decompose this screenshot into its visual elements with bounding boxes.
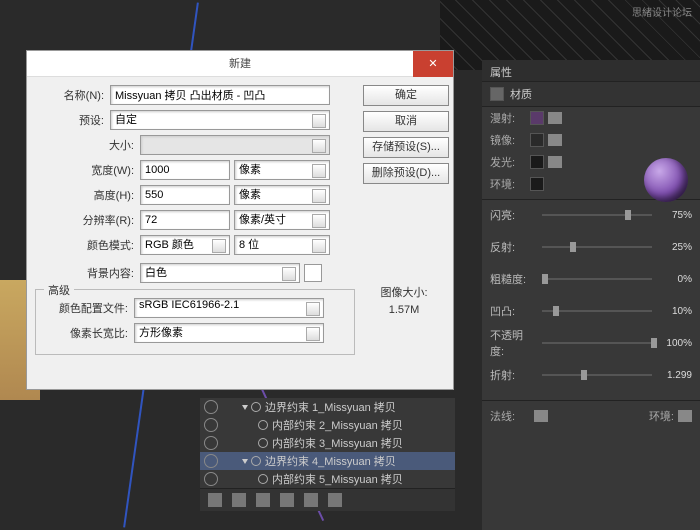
constraint-icon: [251, 402, 261, 412]
constraint-icon: [258, 438, 268, 448]
properties-title: 属性: [482, 60, 700, 82]
advanced-fieldset: 高级 颜色配置文件: sRGB IEC61966-2.1 像素长宽比: 方形像素: [35, 289, 355, 355]
ok-button[interactable]: 确定: [363, 85, 449, 106]
visibility-icon[interactable]: [204, 454, 218, 468]
color-mode-select[interactable]: RGB 颜色: [140, 235, 230, 255]
close-icon: ✕: [428, 51, 437, 77]
list-item[interactable]: 内部约束 2_Missyuan 拷贝: [200, 416, 455, 434]
new-document-dialog: 新建 ✕ 名称(N): 预设: 自定 大小: 宽度(W): 像素: [26, 50, 454, 390]
name-label: 名称(N):: [35, 87, 110, 103]
height-label: 高度(H):: [65, 187, 140, 203]
hierarchy-toolbar: [200, 488, 455, 511]
preset-select[interactable]: 自定: [110, 110, 330, 130]
list-item[interactable]: 内部约束 5_Missyuan 拷贝: [200, 470, 455, 488]
refract-slider[interactable]: 折射:1.299: [482, 364, 700, 386]
expand-icon[interactable]: [242, 459, 248, 464]
dialog-title-text: 新建: [229, 58, 251, 70]
resolution-input[interactable]: [140, 210, 230, 230]
expand-icon[interactable]: [242, 405, 248, 410]
constraint-icon: [258, 420, 268, 430]
opacity-slider[interactable]: 不透明度:100%: [482, 332, 700, 354]
bump-slider[interactable]: 凹凸:10%: [482, 300, 700, 322]
toolbar-icon[interactable]: [304, 493, 318, 507]
normal-label: 法线:: [490, 408, 530, 424]
image-size-label: 图像大小:: [363, 284, 445, 300]
image-size-value: 1.57M: [363, 304, 445, 316]
resolution-label: 分辨率(R):: [65, 212, 140, 228]
visibility-icon[interactable]: [204, 400, 218, 414]
constraint-icon: [251, 456, 261, 466]
hierarchy-panel: 边界约束 1_Missyuan 拷贝 内部约束 2_Missyuan 拷贝 内部…: [200, 398, 455, 511]
material-icon: [490, 87, 504, 101]
specular-label: 镜像:: [490, 132, 530, 148]
bg-content-label: 背景内容:: [65, 265, 140, 281]
bit-depth-select[interactable]: 8 位: [234, 235, 330, 255]
glow-swatch[interactable]: [530, 155, 544, 169]
dialog-title: 新建 ✕: [27, 51, 453, 77]
width-label: 宽度(W):: [65, 162, 140, 178]
save-preset-button[interactable]: 存储预设(S)...: [363, 137, 449, 158]
constraint-icon: [258, 474, 268, 484]
size-label: 大小:: [65, 137, 140, 153]
list-item[interactable]: 边界约束 1_Missyuan 拷贝: [200, 398, 455, 416]
cancel-button[interactable]: 取消: [363, 111, 449, 132]
bulb-icon[interactable]: [232, 493, 246, 507]
advanced-legend: 高级: [44, 282, 74, 298]
folder-icon[interactable]: [548, 134, 562, 146]
visibility-icon[interactable]: [204, 418, 218, 432]
bg-color-swatch[interactable]: [304, 264, 322, 282]
size-select[interactable]: [140, 135, 330, 155]
close-button[interactable]: ✕: [413, 51, 453, 77]
env-label: 环境:: [649, 408, 674, 424]
trash-icon[interactable]: [328, 493, 342, 507]
aspect-select[interactable]: 方形像素: [134, 323, 324, 343]
list-item[interactable]: 内部约束 3_Missyuan 拷贝: [200, 434, 455, 452]
height-input[interactable]: [140, 185, 230, 205]
profile-label: 颜色配置文件:: [42, 300, 134, 316]
color-mode-label: 颜色模式:: [65, 237, 140, 253]
preset-label: 预设:: [35, 112, 110, 128]
folder-icon[interactable]: [678, 410, 692, 422]
diffuse-label: 漫射:: [490, 110, 530, 126]
bg-content-select[interactable]: 白色: [140, 263, 300, 283]
material-preview-sphere[interactable]: [644, 158, 688, 202]
reflect-slider[interactable]: 反射:25%: [482, 236, 700, 258]
properties-panel: 属性 材质 漫射: 镜像: 发光: 环境: 闪亮:75% 反射:25% 粗糙度:…: [482, 60, 700, 530]
height-unit-select[interactable]: 像素: [234, 185, 330, 205]
name-input[interactable]: [110, 85, 330, 105]
profile-select[interactable]: sRGB IEC61966-2.1: [134, 298, 324, 318]
visibility-icon[interactable]: [204, 436, 218, 450]
diffuse-swatch[interactable]: [530, 111, 544, 125]
ambient-swatch[interactable]: [530, 177, 544, 191]
roughness-slider[interactable]: 粗糙度:0%: [482, 268, 700, 290]
width-input[interactable]: [140, 160, 230, 180]
specular-swatch[interactable]: [530, 133, 544, 147]
shine-slider[interactable]: 闪亮:75%: [482, 204, 700, 226]
toolbar-icon[interactable]: [208, 493, 222, 507]
material-header: 材质: [482, 82, 700, 107]
resolution-unit-select[interactable]: 像素/英寸: [234, 210, 330, 230]
aspect-label: 像素长宽比:: [42, 325, 134, 341]
delete-preset-button[interactable]: 删除预设(D)...: [363, 163, 449, 184]
width-unit-select[interactable]: 像素: [234, 160, 330, 180]
visibility-icon[interactable]: [204, 472, 218, 486]
watermark: 思緒设计论坛: [632, 4, 692, 19]
list-item-selected[interactable]: 边界约束 4_Missyuan 拷贝: [200, 452, 455, 470]
folder-icon[interactable]: [548, 156, 562, 168]
toolbar-icon[interactable]: [280, 493, 294, 507]
toolbar-icon[interactable]: [256, 493, 270, 507]
ambient-label: 环境:: [490, 176, 530, 192]
folder-icon[interactable]: [548, 112, 562, 124]
glow-label: 发光:: [490, 154, 530, 170]
folder-icon[interactable]: [534, 410, 548, 422]
